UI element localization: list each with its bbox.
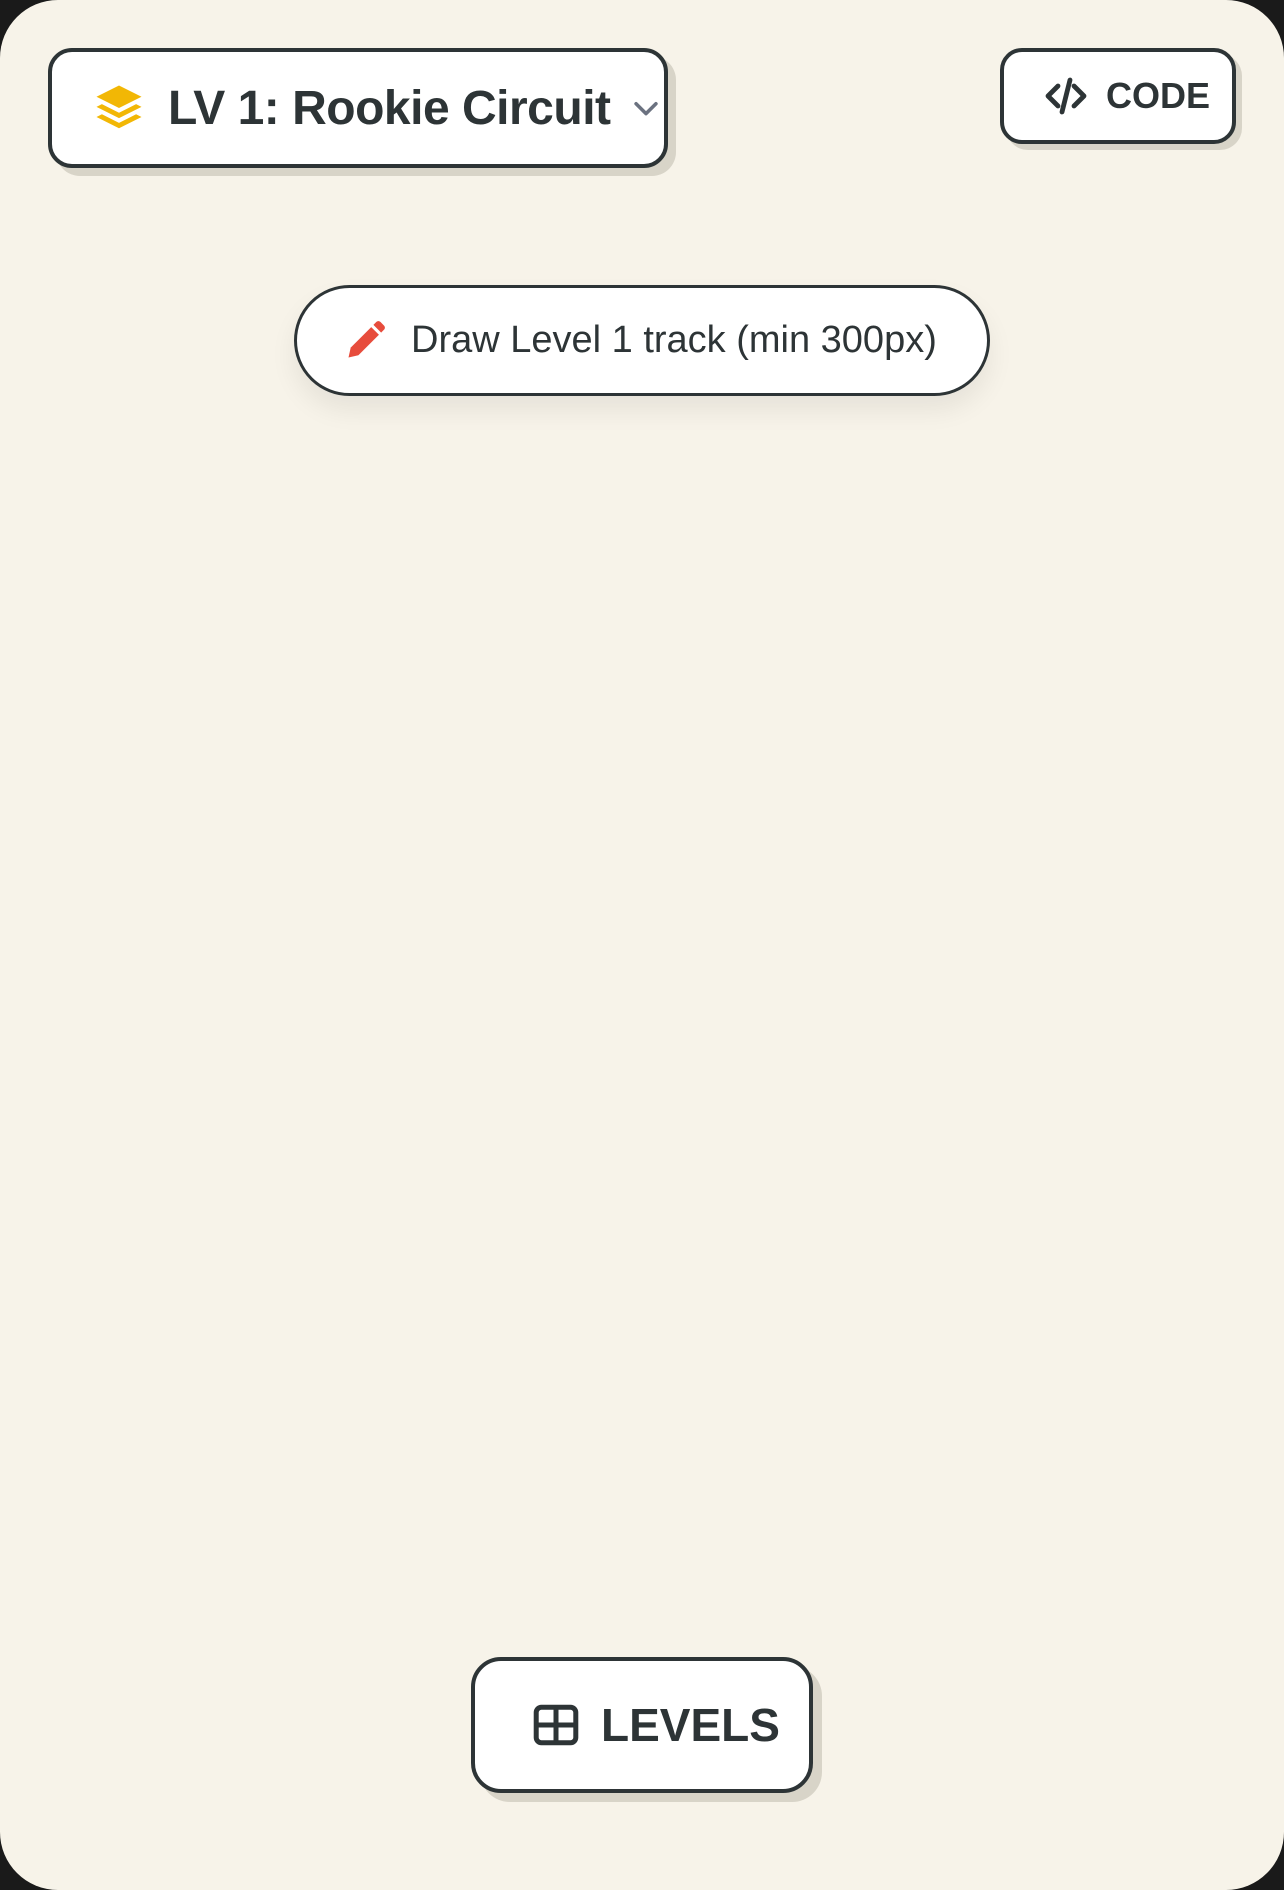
layers-icon — [96, 85, 142, 129]
grid-icon — [533, 1704, 579, 1746]
draw-hint-text: Draw Level 1 track (min 300px) — [411, 319, 937, 361]
code-button[interactable]: CODE — [1000, 48, 1236, 144]
levels-button-label: LEVELS — [601, 1699, 780, 1751]
code-button-label: CODE — [1106, 75, 1211, 116]
draw-hint-banner: Draw Level 1 track (min 300px) — [294, 285, 990, 396]
level-selector-label: LV 1: Rookie Circuit — [168, 81, 611, 135]
level-selector-button[interactable]: LV 1: Rookie Circuit — [48, 48, 668, 168]
pencil-icon — [348, 320, 385, 357]
game-screen: LV 1: Rookie Circuit CODE Draw Level 1 t… — [0, 0, 1284, 1890]
code-icon — [1045, 77, 1087, 115]
chevron-down-icon — [633, 101, 658, 116]
levels-button[interactable]: LEVELS — [471, 1657, 813, 1793]
